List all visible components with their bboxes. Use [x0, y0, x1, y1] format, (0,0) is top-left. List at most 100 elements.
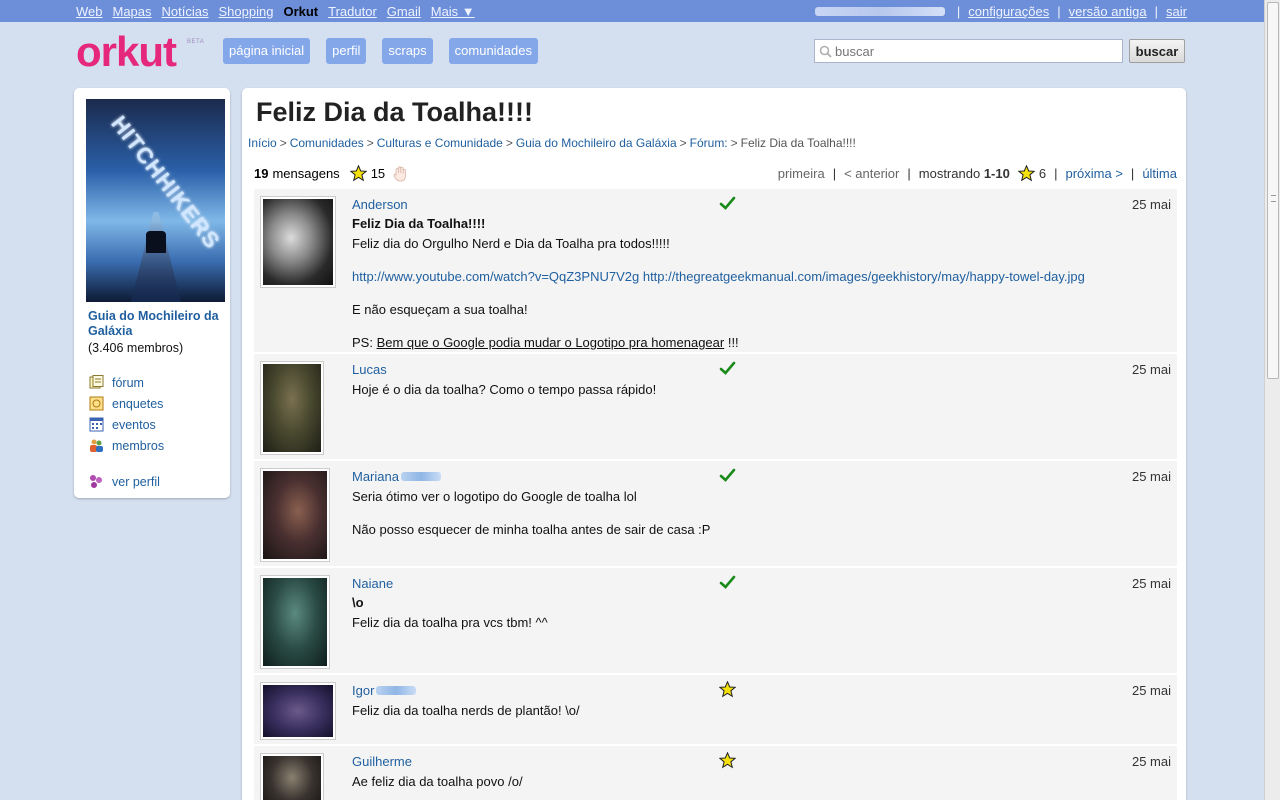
account-nav: | configurações | versão antiga | sair	[814, 4, 1187, 19]
avatar[interactable]	[260, 575, 330, 669]
nav-link-orkut[interactable]: Orkut	[283, 4, 318, 19]
community-sidebar: HITCHHIKERS Guia do Mochileiro da Galáxi…	[74, 88, 230, 498]
pager-last[interactable]: última	[1142, 166, 1177, 181]
post-item: Naiane 25 mai \o Feliz dia da toalha pra…	[254, 567, 1177, 673]
nav-link-shopping[interactable]: Shopping	[219, 4, 274, 19]
topic-summary: 19 mensagens 15	[254, 165, 407, 182]
sign-out-link[interactable]: sair	[1166, 4, 1187, 19]
checkmark-icon	[719, 361, 736, 375]
post-item: Anderson 25 mai Feliz Dia da Toalha!!!! …	[254, 188, 1177, 352]
pager-showing: mostrando 1-10	[918, 166, 1010, 181]
page-title: Feliz Dia da Toalha!!!!	[256, 97, 534, 127]
post-body: \o Feliz dia da toalha pra vcs tbm! ^^	[352, 595, 1162, 648]
star-icon[interactable]	[349, 165, 367, 182]
avatar[interactable]	[260, 753, 324, 800]
poster-figures-art	[146, 231, 166, 253]
community-photo[interactable]: HITCHHIKERS	[86, 99, 225, 302]
star-count: 15	[370, 166, 386, 181]
nav-home-button[interactable]: página inicial	[223, 38, 311, 64]
breadcrumb-forum[interactable]: Fórum:	[690, 136, 728, 150]
checkmark-icon	[719, 196, 736, 210]
breadcrumb-category[interactable]: Culturas e Comunidade	[377, 136, 503, 150]
pager-range: 1-10	[983, 166, 1010, 181]
sidebar-item-label: fórum	[112, 375, 144, 390]
post-author-link[interactable]: Anderson	[352, 197, 408, 212]
pager-previous[interactable]: < anterior	[844, 166, 899, 181]
nav-profile-button[interactable]: perfil	[326, 38, 367, 64]
star-icon	[1017, 165, 1035, 182]
post-item: Mariana 25 mai Seria ótimo ver o logotip…	[254, 460, 1177, 566]
community-member-count: (3.406 membros)	[88, 341, 184, 355]
view-profile-link[interactable]: ver perfil	[89, 474, 160, 489]
avatar[interactable]	[260, 682, 336, 740]
google-services-nav: Web Mapas Notícias Shopping Orkut Tradut…	[76, 4, 475, 19]
main-nav: página inicial perfil scraps comunidades	[223, 38, 538, 64]
post-author-link[interactable]: Igor	[352, 683, 417, 698]
post-author-link[interactable]: Naiane	[352, 576, 393, 591]
nav-link-gmail[interactable]: Gmail	[387, 4, 421, 19]
post-author-link[interactable]: Mariana	[352, 469, 441, 484]
google-top-bar: Web Mapas Notícias Shopping Orkut Tradut…	[0, 0, 1264, 22]
settings-link[interactable]: configurações	[968, 4, 1049, 19]
nav-link-web[interactable]: Web	[76, 4, 103, 19]
sidebar-item-members[interactable]: membros	[89, 438, 164, 453]
breadcrumb-community[interactable]: Guia do Mochileiro da Galáxia	[516, 136, 677, 150]
old-version-link[interactable]: versão antiga	[1069, 4, 1147, 19]
nav-scraps-button[interactable]: scraps	[382, 38, 433, 64]
pager-next[interactable]: próxima >	[1065, 166, 1122, 181]
search-icon	[819, 45, 832, 58]
sidebar-item-label: eventos	[112, 417, 156, 432]
avatar[interactable]	[260, 361, 324, 455]
post-body: Seria ótimo ver o logotipo do Google de …	[352, 489, 1162, 555]
sidebar-item-polls[interactable]: enquetes	[89, 396, 163, 411]
sidebar-item-events[interactable]: eventos	[89, 417, 156, 432]
search-button[interactable]: buscar	[1129, 39, 1185, 63]
star-icon	[719, 681, 736, 698]
community-name-link[interactable]: Guia do Mochileiro da Galáxia	[88, 309, 223, 339]
vertical-scrollbar[interactable]	[1264, 0, 1280, 800]
post-text: E não esqueçam a sua toalha!	[352, 302, 528, 317]
pager-first[interactable]: primeira	[778, 166, 825, 181]
nav-link-tradutor[interactable]: Tradutor	[328, 4, 377, 19]
post-author-link[interactable]: Lucas	[352, 362, 387, 377]
nav-link-mais[interactable]: Mais ▼	[431, 4, 475, 19]
blurred-surname	[376, 686, 417, 695]
breadcrumb-home[interactable]: Início	[248, 136, 277, 150]
sidebar-item-forum[interactable]: fórum	[89, 375, 144, 390]
beta-label: BETA	[187, 39, 205, 45]
breadcrumb-current: Feliz Dia da Toalha!!!!	[740, 136, 856, 150]
nav-link-mapas[interactable]: Mapas	[113, 4, 152, 19]
post-item: Igor 25 mai Feliz dia da toalha nerds de…	[254, 674, 1177, 744]
calendar-icon	[89, 417, 104, 432]
post-date: 25 mai	[1131, 197, 1171, 212]
scrollbar-grip	[1271, 195, 1276, 202]
post-item: Guilherme 25 mai Ae feliz dia da toalha …	[254, 745, 1177, 800]
message-count: 19	[254, 166, 269, 181]
post-date: 25 mai	[1131, 754, 1171, 769]
orkut-logo[interactable]: orkut	[76, 28, 177, 76]
post-text: Feliz dia da toalha pra vcs tbm! ^^	[352, 615, 548, 630]
post-date: 25 mai	[1131, 576, 1171, 591]
avatar[interactable]	[260, 468, 330, 562]
nav-communities-button[interactable]: comunidades	[448, 38, 538, 64]
forum-icon	[89, 375, 104, 389]
post-subject: \o	[352, 595, 364, 610]
post-subject: Feliz Dia da Toalha!!!!	[352, 216, 486, 231]
post-date: 25 mai	[1131, 469, 1171, 484]
nav-link-noticias[interactable]: Notícias	[162, 4, 209, 19]
post-text: Seria ótimo ver o logotipo do Google de …	[352, 489, 637, 504]
view-profile-label: ver perfil	[112, 474, 160, 489]
fan-hand-icon[interactable]	[393, 165, 407, 182]
post-body: Feliz Dia da Toalha!!!! Feliz dia do Org…	[352, 216, 1162, 351]
post-link[interactable]: http://www.youtube.com/watch?v=QqZ3PNU7V…	[352, 269, 1085, 284]
post-text: Hoje é o dia da toalha? Como o tempo pas…	[352, 382, 657, 397]
scrollbar-thumb[interactable]	[1267, 2, 1279, 379]
pager-star-count: 6	[1038, 166, 1047, 181]
pagination: primeira | < anterior | mostrando 1-10 6…	[777, 165, 1177, 182]
avatar[interactable]	[260, 196, 336, 288]
breadcrumb-communities[interactable]: Comunidades	[290, 136, 364, 150]
search-input[interactable]	[835, 42, 1115, 60]
post-underlined-link[interactable]: Bem que o Google podia mudar o Logotipo …	[377, 335, 725, 350]
post-author-link[interactable]: Guilherme	[352, 754, 412, 769]
sidebar-item-label: membros	[112, 438, 165, 453]
